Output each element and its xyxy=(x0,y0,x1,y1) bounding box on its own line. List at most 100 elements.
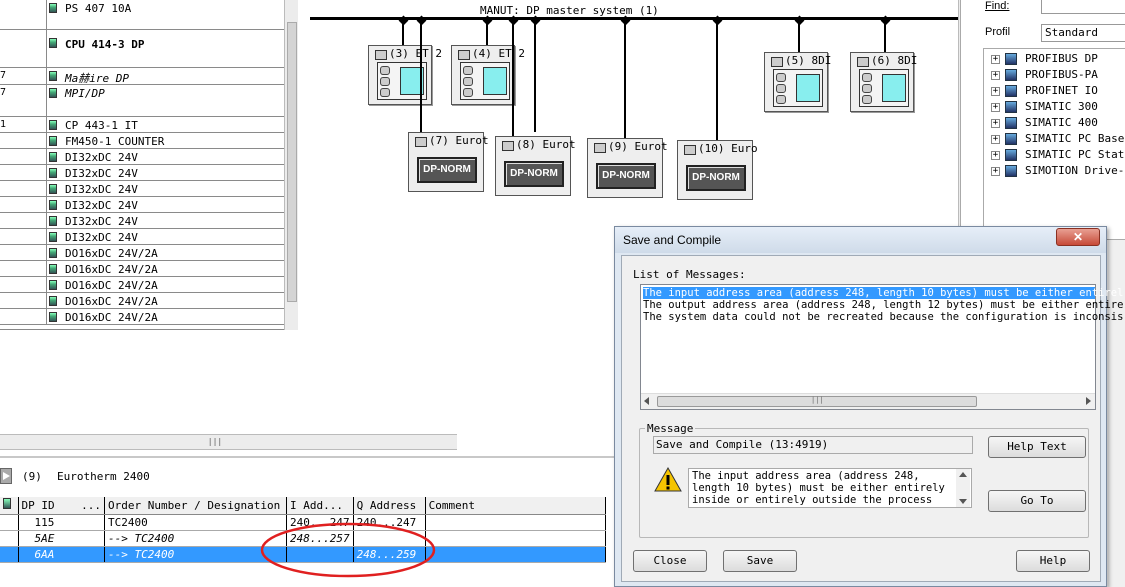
dp-slave-node[interactable]: (4) ET 2 xyxy=(451,45,525,105)
dp-slave-node[interactable]: (10) Euro DP-NORM xyxy=(677,140,758,200)
tree-expand-icon[interactable]: + xyxy=(991,87,1000,96)
rack-row[interactable]: PS 407 10A xyxy=(0,0,285,30)
tree-expand-icon[interactable]: + xyxy=(991,103,1000,112)
rack-row[interactable]: DI32xDC 24V xyxy=(0,165,285,181)
rack-slot-number: 1 xyxy=(0,119,7,130)
catalog-item[interactable]: SIMATIC PC Static xyxy=(1025,148,1125,161)
column-header[interactable]: Order Number / Designation xyxy=(104,497,287,515)
dialog-titlebar[interactable]: Save and Compile ✕ xyxy=(615,227,1106,253)
slave-pin-icon xyxy=(776,84,786,93)
rack-row[interactable]: DI32xDC 24V xyxy=(0,213,285,229)
dp-slave-node[interactable]: (3) ET 2 xyxy=(368,45,442,105)
rack-vertical-scrollbar[interactable] xyxy=(284,0,298,330)
rack-row[interactable]: DO16xDC 24V/2A xyxy=(0,277,285,293)
catalog-item[interactable]: SIMATIC PC Based xyxy=(1025,132,1125,145)
dialog-close-button[interactable]: ✕ xyxy=(1056,228,1100,246)
rack-row[interactable]: DO16xDC 24V/2A xyxy=(0,245,285,261)
slave-label: (8) Eurot xyxy=(516,138,576,151)
slave-connector-icon xyxy=(375,50,387,60)
tree-expand-icon[interactable]: + xyxy=(991,55,1000,64)
catalog-item[interactable]: SIMATIC 300 xyxy=(1025,100,1098,113)
scroll-left-icon[interactable] xyxy=(644,397,649,405)
catalog-item[interactable]: PROFIBUS DP xyxy=(1025,52,1098,65)
rack-row[interactable]: DO16xDC 24V/2A xyxy=(0,293,285,309)
slave-pin-icon xyxy=(776,73,786,82)
tree-expand-icon[interactable]: + xyxy=(991,151,1000,160)
find-input[interactable] xyxy=(1041,0,1125,14)
horizontal-scrollbar[interactable]: ||| xyxy=(0,434,457,450)
rack-row[interactable]: DO16xDC 24V/2A xyxy=(0,309,285,325)
nav-arrow-icon[interactable] xyxy=(0,468,12,484)
message-detail-scrollbar[interactable] xyxy=(956,469,970,507)
rack-row[interactable]: FM450-1 COUNTER xyxy=(0,133,285,149)
rack-slot-cell xyxy=(0,277,47,292)
table-cell-dpid[interactable]: 5AE xyxy=(18,530,105,547)
rack-row[interactable]: 7 Ma赫ire DP xyxy=(0,68,285,85)
save-button[interactable]: Save xyxy=(723,550,797,572)
module-icon xyxy=(49,136,57,146)
slave-pin-icon xyxy=(862,95,872,104)
message-list-item[interactable]: The output address area (address 248, le… xyxy=(643,299,1123,311)
rack-row[interactable]: DI32xDC 24V xyxy=(0,181,285,197)
column-header[interactable]: I Add... xyxy=(286,497,354,515)
rack-row[interactable]: CPU 414-3 DP xyxy=(0,30,285,68)
rack-scroll-thumb[interactable] xyxy=(287,22,297,302)
dp-norm-badge: DP-NORM xyxy=(417,157,477,183)
row-icon-cell xyxy=(0,514,19,531)
tree-expand-icon[interactable]: + xyxy=(991,135,1000,144)
column-header[interactable]: Comment xyxy=(425,497,606,515)
catalog-item[interactable]: PROFIBUS-PA xyxy=(1025,68,1098,81)
bus-drop-line xyxy=(512,19,514,136)
table-cell-dpid[interactable]: 6AA xyxy=(18,546,105,563)
scroll-right-icon[interactable] xyxy=(1086,397,1091,405)
tree-expand-icon[interactable]: + xyxy=(991,119,1000,128)
column-header[interactable]: Q Address xyxy=(353,497,426,515)
rack-module-name: PS 407 10A xyxy=(65,2,132,15)
rack-row[interactable]: DI32xDC 24V xyxy=(0,229,285,245)
rack-row[interactable]: 1 CP 443-1 IT xyxy=(0,117,285,133)
slave-connector-icon xyxy=(771,57,783,67)
dp-slave-node[interactable]: (7) Eurot DP-NORM xyxy=(408,132,489,192)
slave-label: (3) ET 2 xyxy=(389,47,442,60)
message-list-item[interactable]: The system data could not be recreated b… xyxy=(643,311,1123,323)
messages-hscrollbar[interactable]: ||| xyxy=(641,393,1095,409)
messages-list-label: List of Messages: xyxy=(633,268,746,281)
close-icon: ✕ xyxy=(1072,230,1084,244)
table-cell-dpid[interactable]: 115 xyxy=(18,514,105,531)
profile-select[interactable]: Standard xyxy=(1041,24,1125,42)
catalog-item[interactable]: PROFINET IO xyxy=(1025,84,1098,97)
table-cell-comment[interactable] xyxy=(425,514,606,531)
slave-label: (7) Eurot xyxy=(429,134,489,147)
dp-norm-badge: DP-NORM xyxy=(596,163,656,189)
dp-slave-node[interactable]: (6) 8DI xyxy=(850,52,917,112)
tree-expand-icon[interactable]: + xyxy=(991,167,1000,176)
catalog-item[interactable]: SIMATIC 400 xyxy=(1025,116,1098,129)
rack-slot-cell xyxy=(0,0,47,29)
rack-row[interactable]: DI32xDC 24V xyxy=(0,197,285,213)
goto-button[interactable]: Go To xyxy=(988,490,1086,512)
rack-slot-cell xyxy=(0,293,47,308)
rack-row[interactable]: 7 MPI/DP xyxy=(0,85,285,117)
column-header-dpid[interactable]: DP ID ... xyxy=(18,497,105,515)
messages-list[interactable]: The input address area (address 248, len… xyxy=(640,284,1123,410)
rack-row[interactable]: DO16xDC 24V/2A xyxy=(0,261,285,277)
tree-expand-icon[interactable]: + xyxy=(991,71,1000,80)
dp-slave-node[interactable]: (5) 8DI xyxy=(764,52,831,112)
catalog-item[interactable]: SIMOTION Drive-ba xyxy=(1025,164,1125,177)
dp-slave-node[interactable]: (9) Eurot DP-NORM xyxy=(587,138,668,198)
rack-module-name: DI32xDC 24V xyxy=(65,215,138,228)
table-cell-comment[interactable] xyxy=(425,546,606,563)
panel-splitter[interactable] xyxy=(0,456,615,458)
close-button[interactable]: Close xyxy=(633,550,707,572)
module-icon xyxy=(49,312,57,322)
help-text-button[interactable]: Help Text xyxy=(988,436,1086,458)
module-icon xyxy=(3,498,11,510)
module-icon xyxy=(49,88,57,98)
slave-screen-icon xyxy=(483,67,507,95)
help-button[interactable]: Help xyxy=(1016,550,1090,572)
message-list-item[interactable]: The input address area (address 248, len… xyxy=(643,287,1123,299)
table-cell-comment[interactable] xyxy=(425,530,606,547)
dp-slave-node[interactable]: (8) Eurot DP-NORM xyxy=(495,136,576,196)
rack-row[interactable]: DI32xDC 24V xyxy=(0,149,285,165)
module-icon xyxy=(49,168,57,178)
